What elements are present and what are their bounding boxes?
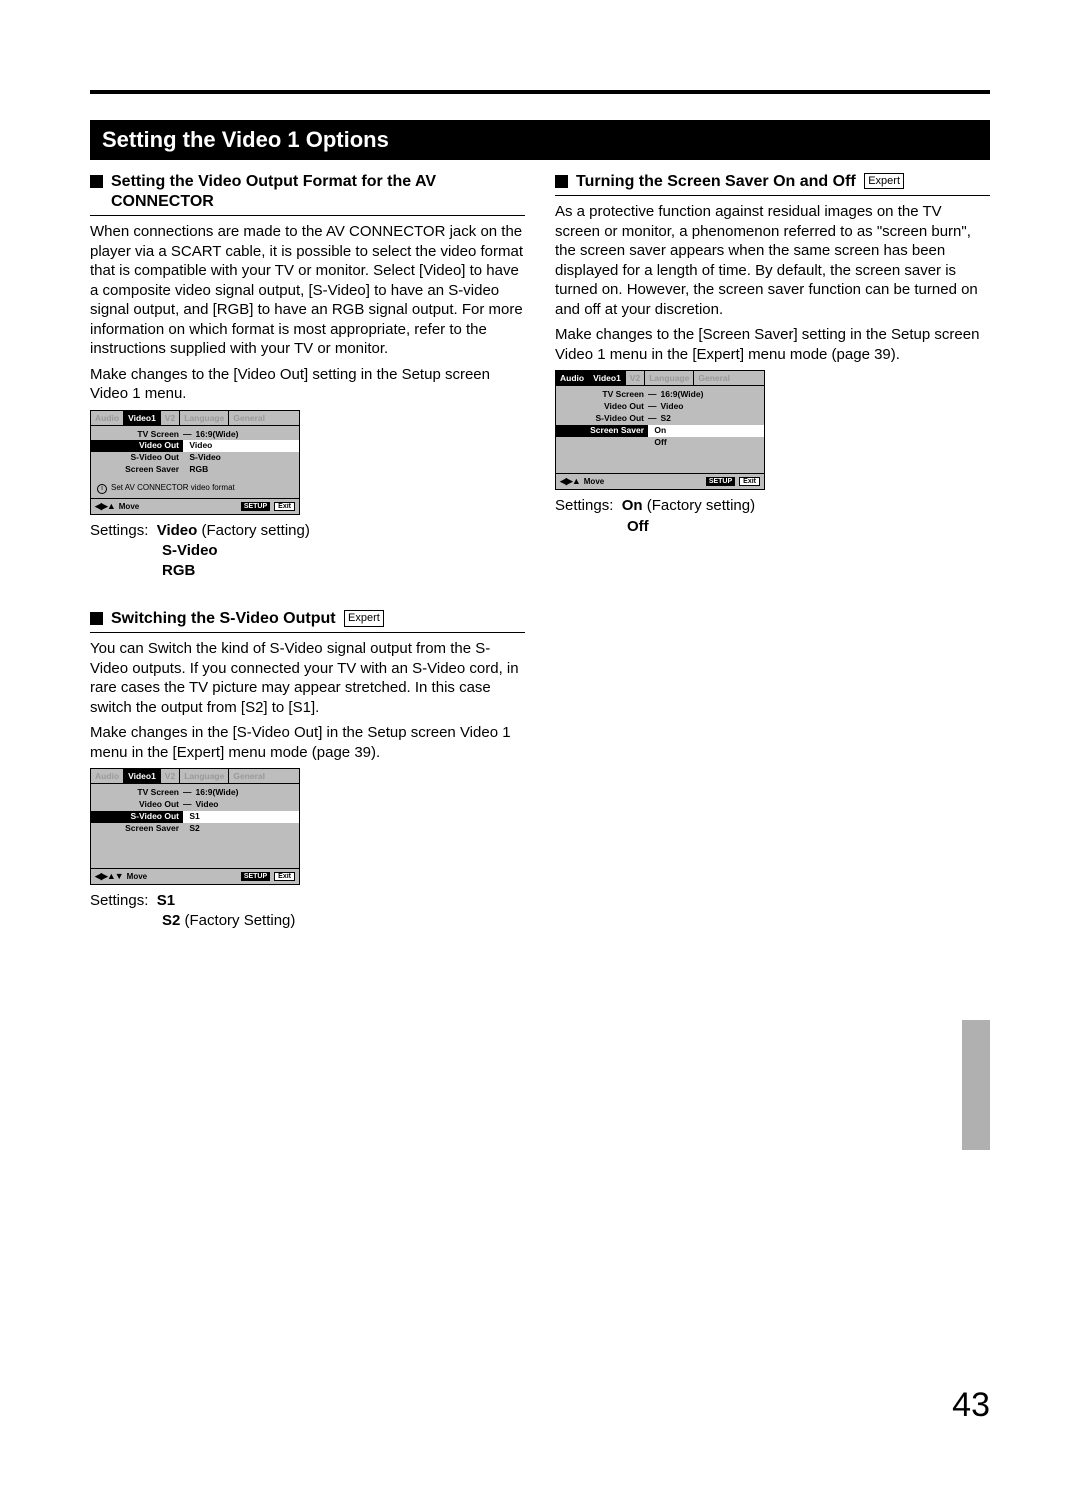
osd-setup-badge: SETUP: [241, 502, 270, 511]
osd-row: Video Out—Video: [556, 401, 764, 413]
osd-tab-audio: Audio: [556, 371, 589, 385]
osd-row: TV Screen—16:9(Wide): [91, 429, 299, 441]
osd-row: Screen Saver RGB: [91, 464, 299, 476]
osd-menu-screen-saver: Audio Video1 V2 Language General TV Scre…: [555, 370, 765, 490]
section3-paragraph-2: Make changes to the [Screen Saver] setti…: [555, 325, 990, 364]
osd-tab-video1: Video1: [124, 411, 161, 425]
osd-tab-video1: Video1: [589, 371, 626, 385]
osd-row: TV Screen—16:9(Wide): [556, 389, 764, 401]
osd-info-text: iSet AV CONNECTOR video format: [91, 479, 299, 498]
osd-tab-v2: V2: [161, 769, 180, 783]
osd-tab-language: Language: [645, 371, 694, 385]
osd-move-label: Move: [127, 872, 147, 881]
osd-row: TV Screen—16:9(Wide): [91, 787, 299, 799]
osd-tab-general: General: [229, 411, 269, 425]
osd-exit-badge: Exit: [739, 477, 760, 486]
osd-setup-badge: SETUP: [706, 477, 735, 486]
osd-exit-badge: Exit: [274, 502, 295, 511]
right-column: Turning the Screen Saver On and Off Expe…: [555, 172, 990, 959]
side-index-tab: [962, 1020, 990, 1150]
osd-row: S-Video Out S-Video: [91, 452, 299, 464]
osd-row: Video Out—Video: [91, 799, 299, 811]
section1-heading: Setting the Video Output Format for the …: [90, 172, 525, 216]
osd-tab-v2: V2: [161, 411, 180, 425]
osd-tab-general: General: [229, 769, 269, 783]
nav-arrows-icon: ◀▶▲: [95, 501, 115, 512]
osd-row-selected: S-Video Out S1: [91, 811, 299, 823]
section1-paragraph-2: Make changes to the [Video Out] setting …: [90, 365, 525, 404]
osd-menu-video-out: Audio Video1 V2 Language General TV Scre…: [90, 410, 300, 515]
section1-title-line1: Setting the Video Output Format for the …: [111, 173, 436, 190]
bullet-square-icon: [90, 175, 103, 188]
bullet-square-icon: [555, 175, 568, 188]
bullet-square-icon: [90, 612, 103, 625]
page-number: 43: [952, 1386, 990, 1425]
osd-row: S-Video Out—S2: [556, 413, 764, 425]
section3-title: Turning the Screen Saver On and Off: [576, 173, 856, 190]
osd-tab-language: Language: [180, 411, 229, 425]
info-icon: i: [97, 484, 107, 494]
section1-paragraph-1: When connections are made to the AV CONN…: [90, 222, 525, 359]
expert-badge: Expert: [344, 610, 384, 626]
osd-menu-svideo-out: Audio Video1 V2 Language General TV Scre…: [90, 768, 300, 885]
osd-tab-v2: V2: [626, 371, 645, 385]
osd-tab-audio: Audio: [91, 769, 124, 783]
expert-badge: Expert: [864, 173, 904, 189]
section3-paragraph-1: As a protective function against residua…: [555, 202, 990, 319]
section3-heading: Turning the Screen Saver On and Off Expe…: [555, 172, 990, 196]
osd-tab-audio: Audio: [91, 411, 124, 425]
osd-row-selected: Screen Saver On: [556, 425, 764, 437]
section3-settings: Settings: On (Factory setting) Off: [555, 496, 990, 537]
osd-row: Off: [556, 437, 764, 449]
section2-paragraph-2: Make changes in the [S-Video Out] in the…: [90, 723, 525, 762]
left-column: Setting the Video Output Format for the …: [90, 172, 525, 959]
osd-move-label: Move: [584, 477, 604, 486]
osd-tab-video1: Video1: [124, 769, 161, 783]
section2-paragraph-1: You can Switch the kind of S-Video signa…: [90, 639, 525, 717]
section2-title: Switching the S-Video Output: [111, 610, 336, 627]
section1-title-line2: CONNECTOR: [111, 193, 214, 210]
nav-arrows-icon: ◀▶▲: [560, 476, 580, 487]
section-banner: Setting the Video 1 Options: [90, 120, 990, 160]
osd-tab-general: General: [694, 371, 734, 385]
section2-heading: Switching the S-Video Output Expert: [90, 609, 525, 633]
section2-settings: Settings: S1 S2 (Factory Setting): [90, 891, 525, 932]
osd-move-label: Move: [119, 502, 139, 511]
nav-arrows-icon: ◀▶▲▼: [95, 871, 123, 882]
osd-exit-badge: Exit: [274, 872, 295, 881]
section1-settings: Settings: Video (Factory setting) S-Vide…: [90, 521, 525, 582]
osd-tab-language: Language: [180, 769, 229, 783]
top-rule: [90, 90, 990, 94]
osd-row-selected: Video Out Video: [91, 440, 299, 452]
osd-setup-badge: SETUP: [241, 872, 270, 881]
osd-row: Screen Saver S2: [91, 823, 299, 835]
